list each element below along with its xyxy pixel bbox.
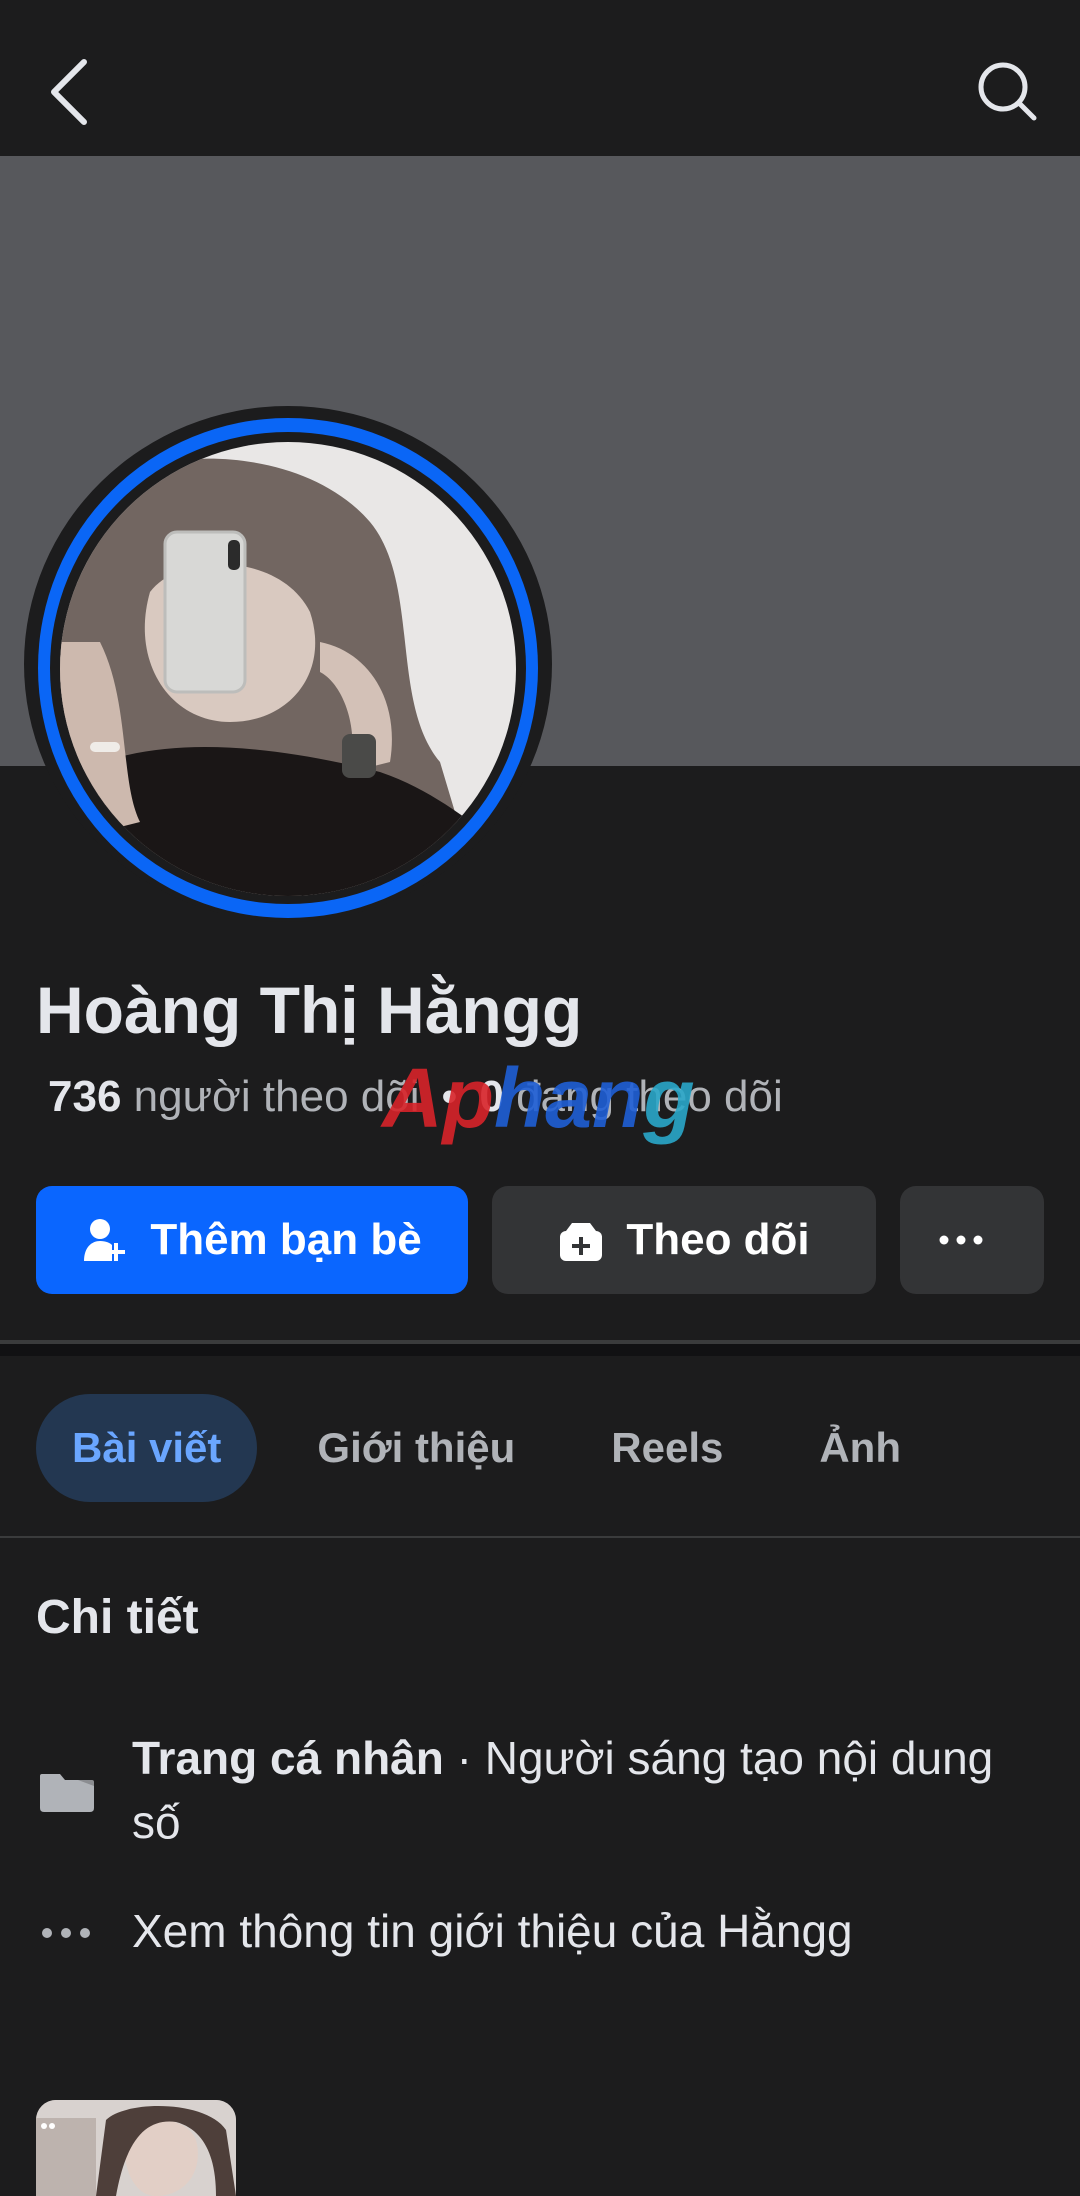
followers-label[interactable]: người theo dõi	[134, 1072, 420, 1121]
tab-posts[interactable]: Bài viết	[36, 1394, 258, 1502]
category-label: Trang cá nhân	[132, 1732, 444, 1784]
top-bar	[0, 0, 1080, 156]
detail-category: Trang cá nhân · Người sáng tạo nội dung …	[132, 1726, 1032, 1854]
post-thumbnail[interactable]	[36, 2100, 236, 2196]
more-dots-icon	[42, 1928, 90, 1938]
more-dots-icon	[939, 1235, 983, 1245]
details-heading: Chi tiết	[36, 1591, 199, 1644]
profile-tabs: Bài viết Giới thiệu Reels Ảnh	[36, 1394, 961, 1502]
avatar-photo-illustration	[60, 442, 516, 896]
see-about-link[interactable]: Xem thông tin giới thiệu của Hằngg	[132, 1904, 853, 1958]
follow-label: Theo dõi	[626, 1215, 810, 1264]
person-add-icon	[84, 1219, 126, 1261]
chevron-left-icon[interactable]	[44, 56, 96, 128]
tab-photos[interactable]: Ảnh	[783, 1394, 937, 1502]
watermark-logo: Aphang	[382, 1051, 695, 1145]
more-options-button[interactable]	[900, 1186, 1044, 1294]
add-friend-button[interactable]: Thêm bạn bè	[36, 1186, 468, 1294]
thumbnail-photo	[36, 2100, 236, 2196]
add-friend-label: Thêm bạn bè	[150, 1215, 422, 1264]
follow-button[interactable]: Theo dõi	[492, 1186, 876, 1294]
tab-about[interactable]: Giới thiệu	[281, 1394, 551, 1502]
category-separator: ·	[443, 1732, 485, 1784]
follow-bag-icon	[560, 1223, 603, 1261]
search-icon[interactable]	[974, 58, 1040, 124]
page-flag-icon	[40, 1774, 94, 1812]
avatar[interactable]	[60, 442, 516, 896]
tab-reels[interactable]: Reels	[575, 1394, 759, 1502]
section-band	[0, 1344, 1080, 1356]
tabs-divider	[0, 1536, 1080, 1538]
followers-count[interactable]: 736	[48, 1072, 121, 1121]
profile-name: Hoàng Thị Hằngg	[36, 973, 583, 1047]
